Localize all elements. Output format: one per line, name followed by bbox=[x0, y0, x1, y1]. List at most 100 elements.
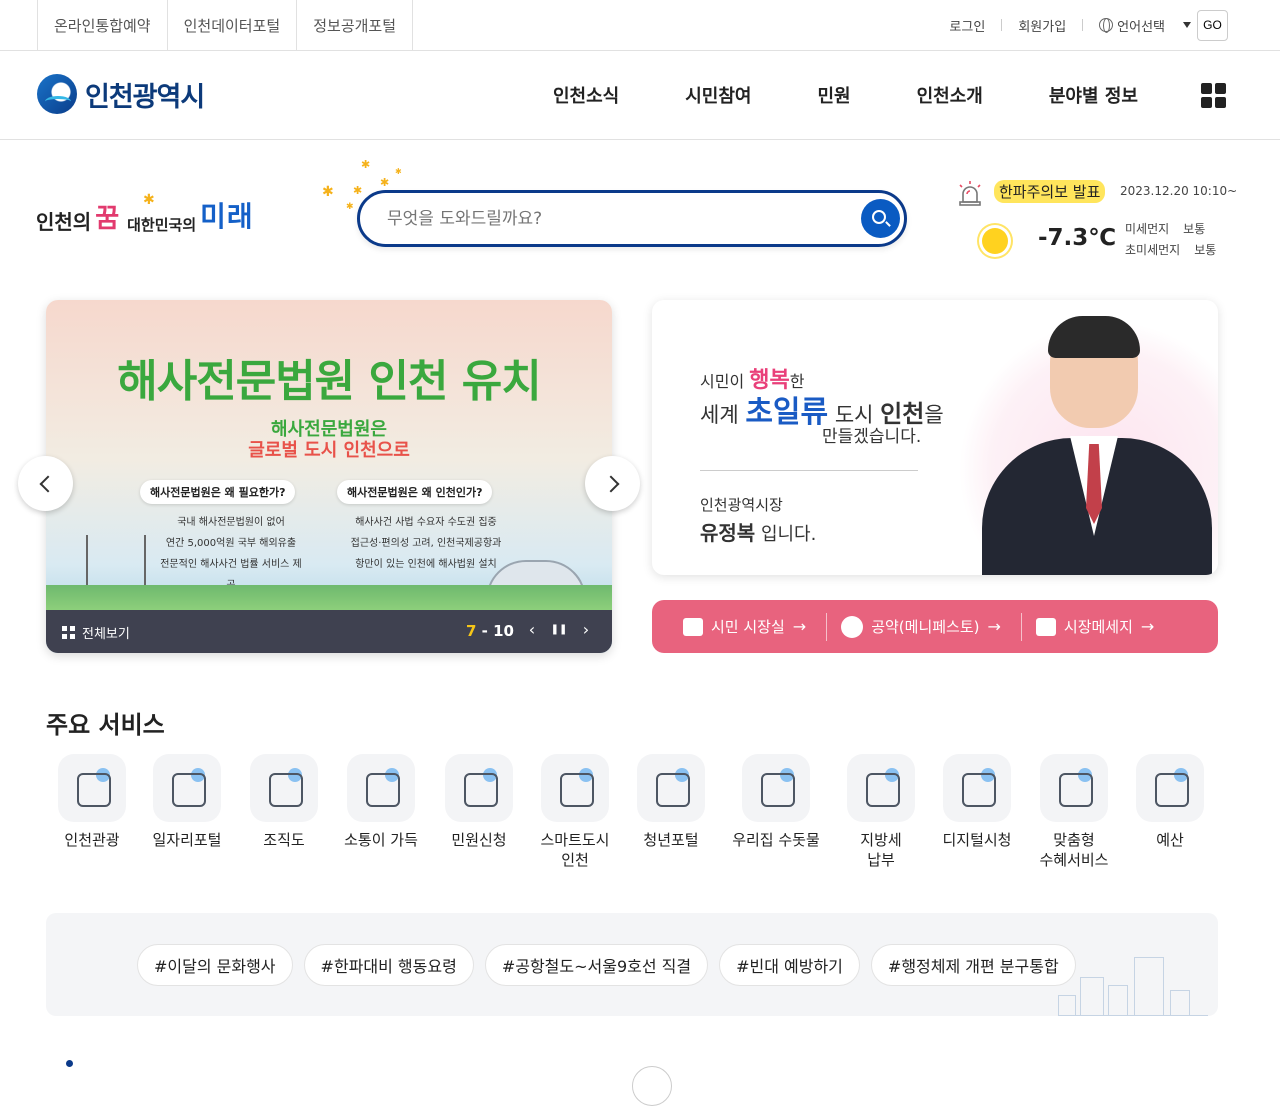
view-all-button[interactable]: 전체보기 bbox=[62, 623, 130, 642]
dust-label: 미세먼지 bbox=[1125, 222, 1170, 236]
nav-field-info[interactable]: 분야별 정보 bbox=[1016, 51, 1171, 139]
nav-civil-service[interactable]: 민원 bbox=[785, 51, 884, 139]
hashtag-item[interactable]: #이달의 문화행사 bbox=[137, 944, 293, 986]
header: 인천광역시 인천소식 시민참여 민원 인천소개 분야별 정보 bbox=[0, 51, 1280, 140]
search-button[interactable] bbox=[861, 199, 900, 238]
people-care-icon bbox=[1040, 754, 1108, 822]
dust-info: 미세먼지 보통 초미세먼지 보통 bbox=[1125, 219, 1216, 261]
divider bbox=[1001, 19, 1003, 31]
incheon-logo-icon bbox=[37, 74, 77, 114]
fine-dust-label: 초미세먼지 bbox=[1125, 243, 1181, 257]
link-label: 공약(메니페스토) bbox=[871, 618, 980, 636]
section-indicator-dot bbox=[66, 1060, 73, 1067]
mayor-message-link[interactable]: 시장메세지 → bbox=[1020, 612, 1174, 641]
services-title: 주요 서비스 bbox=[46, 711, 165, 739]
hashtag-item[interactable]: #한파대비 행동요령 bbox=[303, 944, 474, 986]
link-data-portal[interactable]: 인천데이터포털 bbox=[168, 0, 298, 50]
service-org-chart[interactable]: 조직도 bbox=[236, 754, 332, 850]
service-label: 스마트도시 인천 bbox=[540, 831, 610, 869]
service-civil-request[interactable]: 민원신청 bbox=[431, 754, 527, 850]
smart-city-icon bbox=[541, 754, 609, 822]
hashtag-list: #이달의 문화행사 #한파대비 행동요령 #공항철도~서울9호선 직결 #빈대 … bbox=[137, 944, 1076, 986]
mayor-role: 인천광역시장 bbox=[700, 496, 783, 514]
slogan-highlight: 초일류 bbox=[745, 395, 829, 430]
banner-subtitle2: 글로벌 도시 인천으로 bbox=[248, 440, 410, 461]
star-icon: ✱ bbox=[346, 202, 354, 212]
service-custom-benefits[interactable]: 맞춤형 수혜서비스 bbox=[1026, 754, 1122, 870]
link-online-reservation[interactable]: 온라인통합예약 bbox=[38, 0, 168, 50]
dust-value: 보통 bbox=[1183, 222, 1206, 236]
slide-current: 7 bbox=[466, 622, 477, 640]
utility-right: 로그인 회원가입 언어선택 GO bbox=[949, 9, 1228, 41]
service-smart-city[interactable]: 스마트도시 인천 bbox=[527, 754, 623, 870]
caret-down-icon bbox=[1183, 22, 1191, 28]
mayor-card[interactable]: 시민이 행복한 세계 초일류 도시 인천을 만들겠습니다. 인천광역시장 유정복… bbox=[652, 300, 1218, 575]
prev-slide-button[interactable]: ‹ bbox=[522, 620, 542, 642]
service-communication[interactable]: 소통이 가득 bbox=[333, 754, 429, 850]
language-go-button[interactable]: GO bbox=[1197, 9, 1228, 41]
section-nav-button[interactable] bbox=[632, 1066, 672, 1106]
language-select[interactable]: 언어선택 bbox=[1099, 16, 1191, 35]
link-info-portal[interactable]: 정보공개포털 bbox=[297, 0, 414, 50]
sitemap-grid-icon[interactable] bbox=[1201, 83, 1226, 108]
building-icon bbox=[683, 617, 703, 636]
fine-dust-value: 보통 bbox=[1194, 243, 1217, 257]
link-label: 시민 시장실 bbox=[711, 618, 785, 636]
banner-col2: 해사사건 사법 수요자 수도권 집중 접근성·편의성 고려, 인천국제공항과 항… bbox=[341, 512, 511, 575]
globe-icon bbox=[1099, 18, 1114, 33]
manifesto-icon bbox=[841, 615, 864, 638]
mayor-name-suffix: 입니다. bbox=[760, 524, 817, 545]
grid-icon bbox=[62, 626, 75, 639]
hair bbox=[1048, 316, 1140, 358]
next-slide-button[interactable]: › bbox=[576, 620, 596, 642]
slider-next-arrow[interactable] bbox=[585, 456, 640, 511]
service-budget[interactable]: 예산 bbox=[1122, 754, 1218, 850]
calculator-icon bbox=[1136, 754, 1204, 822]
service-label: 일자리포털 bbox=[152, 831, 222, 849]
search-icon bbox=[872, 210, 886, 224]
city-skyline-illustration bbox=[1058, 956, 1208, 1016]
slider-control-bar: 전체보기 7 - 10 ‹ ❚❚ › bbox=[46, 610, 612, 653]
slider-prev-arrow[interactable] bbox=[18, 456, 73, 511]
service-digital-city-hall[interactable]: 디지털시청 bbox=[929, 754, 1025, 850]
signup-link[interactable]: 회원가입 bbox=[1018, 16, 1066, 35]
arrow-right-icon: → bbox=[1140, 617, 1155, 636]
logo[interactable]: 인천광역시 bbox=[37, 74, 205, 114]
briefcase-icon bbox=[153, 754, 221, 822]
manifesto-link[interactable]: 공약(메니페스토) → bbox=[826, 612, 1021, 641]
service-tap-water[interactable]: 우리집 수돗물 bbox=[728, 754, 824, 850]
search-input[interactable] bbox=[387, 207, 827, 231]
banner-text: 접근성·편의성 고려, 인천국제공항과 bbox=[350, 538, 502, 549]
star-icon: ✱ bbox=[395, 167, 402, 176]
chevron-left-icon bbox=[39, 475, 56, 492]
mayor-links-bar: 시민 시장실 → 공약(메니페스토) → 시장메세지 → bbox=[652, 600, 1218, 653]
pause-slide-button[interactable]: ❚❚ bbox=[549, 624, 569, 646]
nav-news[interactable]: 인천소식 bbox=[520, 51, 652, 139]
weather-datetime: 2023.12.20 10:10~ bbox=[1120, 184, 1238, 198]
main-banner-slider[interactable]: 해사전문법원 인천 유치 해사전문법원은 글로벌 도시 인천으로 해사전문법원은… bbox=[46, 300, 612, 653]
nav-participation[interactable]: 시민참여 bbox=[652, 51, 784, 139]
citizen-mayor-office-link[interactable]: 시민 시장실 → bbox=[652, 613, 826, 641]
slogan-part4: 미래 bbox=[200, 200, 254, 233]
service-youth[interactable]: 청년포털 bbox=[623, 754, 719, 850]
login-link[interactable]: 로그인 bbox=[949, 16, 985, 35]
language-label: 언어선택 bbox=[1117, 19, 1165, 35]
service-tourism[interactable]: 인천관광 bbox=[44, 754, 140, 850]
hashtag-item[interactable]: #빈대 예방하기 bbox=[719, 944, 860, 986]
map-pin-icon bbox=[58, 754, 126, 822]
weather-alert[interactable]: 한파주의보 발표 bbox=[994, 180, 1106, 203]
hashtag-item[interactable]: #행정체제 개편 분구통합 bbox=[870, 944, 1076, 986]
service-local-tax[interactable]: 지방세 납부 bbox=[833, 754, 929, 870]
nav-about[interactable]: 인천소개 bbox=[884, 51, 1016, 139]
chevron-right-icon bbox=[602, 475, 619, 492]
faucet-icon bbox=[742, 754, 810, 822]
bridge-illustration bbox=[86, 535, 146, 590]
service-label: 지방세 납부 bbox=[860, 831, 902, 869]
slide-counter: 7 - 10 bbox=[466, 622, 514, 640]
hashtag-item[interactable]: #공항철도~서울9호선 직결 bbox=[484, 944, 709, 986]
sun-icon bbox=[982, 228, 1008, 254]
view-all-label: 전체보기 bbox=[82, 627, 130, 642]
mayor-name: 유정복 bbox=[700, 521, 756, 545]
service-jobs[interactable]: 일자리포털 bbox=[139, 754, 235, 850]
service-label: 맞춤형 수혜서비스 bbox=[1039, 831, 1109, 869]
